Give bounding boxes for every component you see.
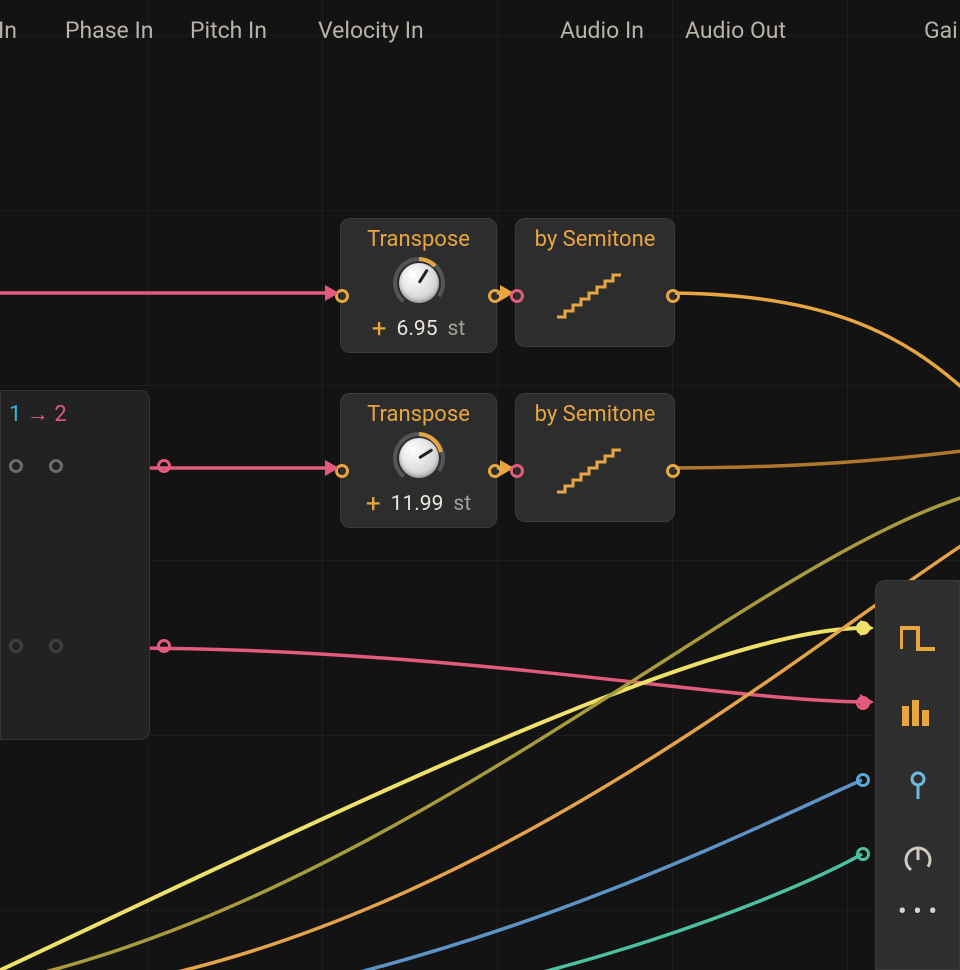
semitone1-input-port[interactable] [510, 289, 524, 303]
arrow-into-transpose1 [325, 285, 339, 301]
target-port-dial[interactable] [856, 847, 870, 861]
split-input-port-2[interactable] [49, 459, 63, 473]
arrow-into-target-pulse [860, 620, 874, 636]
semitone1-output-port[interactable] [666, 289, 680, 303]
staircase-icon [555, 446, 625, 496]
header-labels-row: In Phase In Pitch In Velocity In Audio I… [0, 0, 960, 60]
semitone1-title: by Semitone [530, 227, 660, 252]
transpose1-knob[interactable] [392, 256, 446, 310]
transpose1-plus-button[interactable]: + [372, 316, 387, 342]
header-label-gain-cut: Gai [924, 17, 958, 44]
split-right-num: 2 [54, 402, 66, 427]
header-label-audio-in: Audio In [560, 17, 644, 44]
header-label-audio-out: Audio Out [685, 17, 786, 44]
pulse-icon [876, 601, 959, 675]
split-pad-2 [49, 639, 63, 653]
lollipop-icon [876, 749, 959, 823]
transpose2-unit: st [453, 492, 471, 516]
transpose-node-2[interactable]: Transpose + 11.99 st [340, 393, 497, 528]
more-dots[interactable]: • • • [876, 897, 959, 927]
split-pad-1 [9, 639, 23, 653]
transpose1-title: Transpose [355, 227, 482, 252]
transpose1-unit: st [448, 317, 466, 341]
split-node[interactable]: 1 → 2 [0, 390, 150, 740]
semitone2-output-port[interactable] [666, 464, 680, 478]
bars-icon [876, 675, 959, 749]
arrow-into-target-bars [860, 694, 874, 710]
target-node[interactable]: • • • [875, 580, 960, 970]
arrow-into-transpose2 [325, 460, 339, 476]
transpose2-plus-button[interactable]: + [366, 491, 381, 517]
semitone2-input-port[interactable] [510, 464, 524, 478]
staircase-icon [555, 271, 625, 321]
semitone2-title: by Semitone [530, 402, 660, 427]
split-input-port-1[interactable] [9, 459, 23, 473]
split-title: 1 → 2 [9, 401, 141, 427]
split-left-num: 1 [9, 402, 21, 427]
semitone-node-2[interactable]: by Semitone [515, 393, 675, 522]
dial-icon [876, 823, 959, 897]
transpose2-value[interactable]: 11.99 [391, 492, 444, 516]
split-arrow: → [27, 402, 49, 427]
header-label-pitch-in: Pitch In [190, 17, 267, 44]
target-port-lollipop[interactable] [856, 773, 870, 787]
split-output-port-1[interactable] [157, 459, 171, 473]
transpose2-title: Transpose [355, 402, 482, 427]
split-output-port-2[interactable] [157, 639, 171, 653]
header-label-phase-in: Phase In [65, 17, 153, 44]
transpose2-knob[interactable] [392, 431, 446, 485]
header-label-velocity-in: Velocity In [318, 17, 424, 44]
header-label-in-cut: In [0, 17, 17, 44]
transpose1-value[interactable]: 6.95 [397, 317, 438, 341]
transpose-node-1[interactable]: Transpose + 6.95 st [340, 218, 497, 353]
semitone-node-1[interactable]: by Semitone [515, 218, 675, 347]
